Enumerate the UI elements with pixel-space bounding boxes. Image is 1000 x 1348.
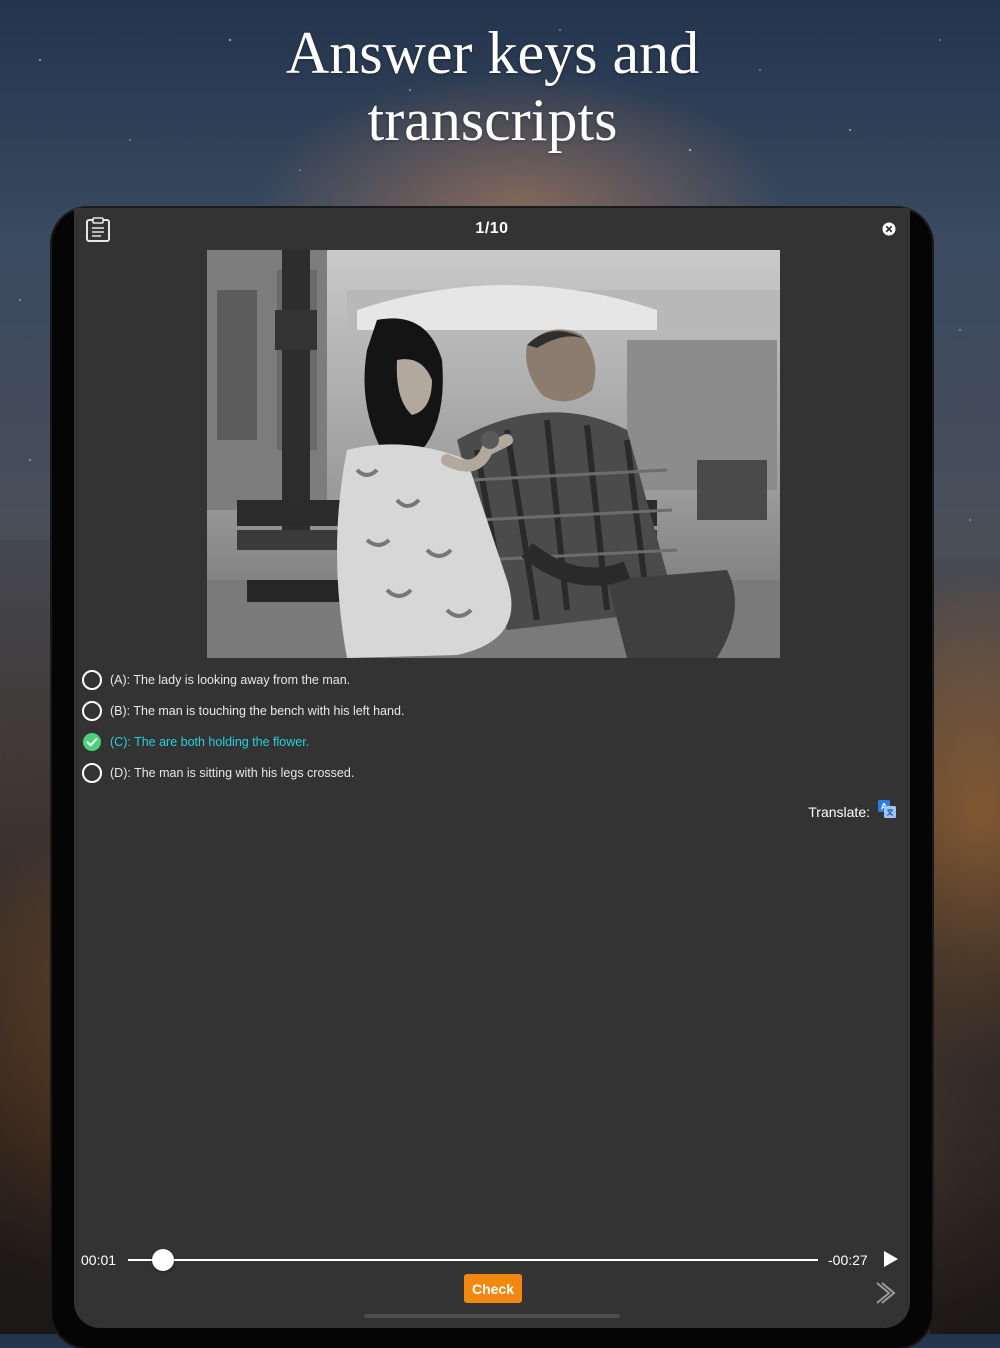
promo-headline: Answer keys and transcripts xyxy=(0,20,985,154)
translate-label: Translate: xyxy=(808,803,870,820)
play-icon[interactable] xyxy=(882,1250,900,1268)
option-b[interactable]: (B): The man is touching the bench with … xyxy=(82,695,882,726)
remaining-time: -00:27 xyxy=(828,1252,868,1268)
option-c[interactable]: (C): The are both holding the flower. xyxy=(82,726,882,757)
seek-thumb[interactable] xyxy=(151,1249,174,1271)
audio-player: 00:01 -00:27 xyxy=(74,1244,910,1274)
elapsed-time: 00:01 xyxy=(81,1252,117,1268)
tree-silhouette-left xyxy=(0,540,60,1334)
option-label: (D): The man is sitting with his legs cr… xyxy=(110,765,355,780)
question-photo xyxy=(207,250,780,658)
close-circle-icon[interactable] xyxy=(882,222,896,236)
headline-line-1: Answer keys and xyxy=(285,20,700,86)
option-d[interactable]: (D): The man is sitting with his legs cr… xyxy=(82,757,882,788)
seek-track[interactable] xyxy=(128,1259,818,1261)
question-counter: 1/10 xyxy=(475,220,509,237)
option-a[interactable]: (A): The lady is looking away from the m… xyxy=(82,664,882,695)
radio-unselected-icon[interactable] xyxy=(82,762,102,783)
top-bar: 1/10 xyxy=(74,208,910,250)
translate-icon[interactable]: A xyxy=(878,800,896,823)
check-button[interactable]: Check xyxy=(464,1274,522,1303)
quiz-screen: 1/10 (A): The lady is looking away from … xyxy=(74,208,910,1328)
translate-row: Translate: A xyxy=(808,800,896,823)
option-label: (A): The lady is looking away from the m… xyxy=(110,672,351,687)
headline-line-2: transcripts xyxy=(367,87,618,153)
home-indicator xyxy=(364,1314,620,1318)
radio-unselected-icon[interactable] xyxy=(82,669,102,690)
tablet-frame: 1/10 (A): The lady is looking away from … xyxy=(52,208,932,1348)
radio-unselected-icon[interactable] xyxy=(82,700,102,721)
tree-silhouette-right xyxy=(930,560,1000,1334)
check-circle-icon[interactable] xyxy=(82,732,102,752)
option-label: (B): The man is touching the bench with … xyxy=(110,703,405,718)
chevron-right-icon[interactable] xyxy=(872,1280,898,1306)
option-label: (C): The are both holding the flower. xyxy=(110,734,310,749)
answer-options: (A): The lady is looking away from the m… xyxy=(82,664,882,788)
